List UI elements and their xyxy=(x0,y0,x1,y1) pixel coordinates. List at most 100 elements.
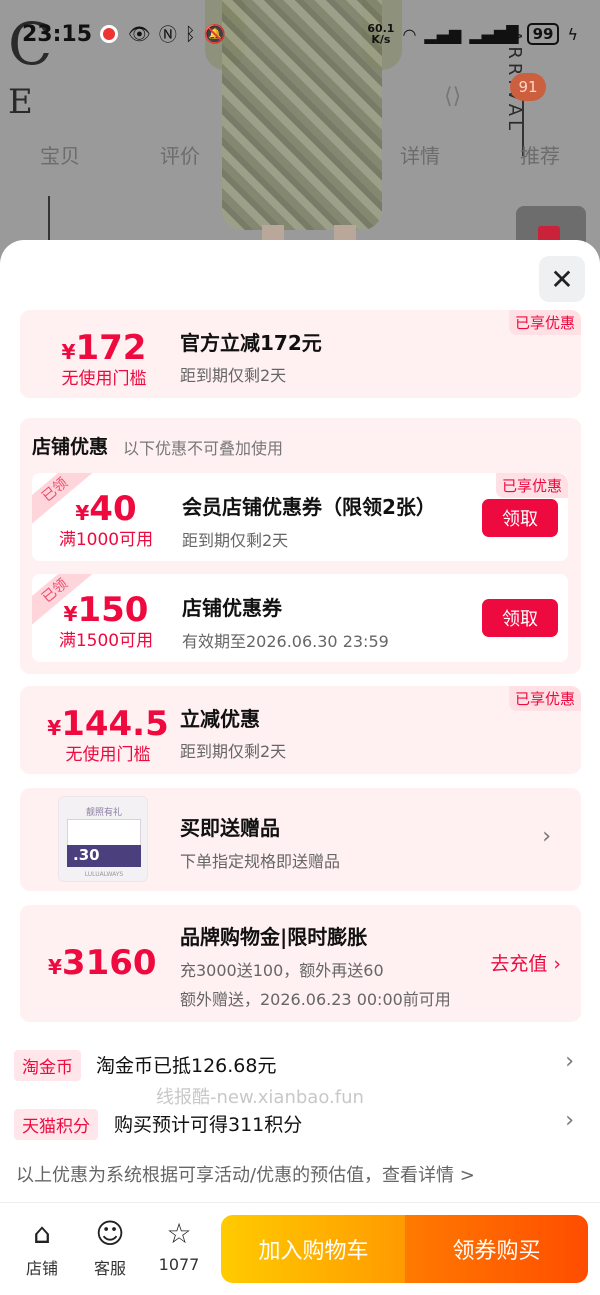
discount-title: 立减优惠 xyxy=(180,707,260,731)
coupon-title: 店铺优惠券 xyxy=(182,596,282,620)
gold-line2: 额外赠送，2026.06.23 00:00前可用 xyxy=(180,990,451,1009)
discount-condition: 无使用门槛 xyxy=(61,369,147,389)
enjoyed-tag: 已享优惠 xyxy=(508,686,581,711)
coupon-price: ¥40 满1000可用 xyxy=(42,489,170,551)
store-entry[interactable]: ⌂ 店铺 xyxy=(12,1217,72,1279)
discount-subtitle: 距到期仅剩2天 xyxy=(180,742,287,761)
gold-amount: 3160 xyxy=(61,943,157,983)
gift-thumb-title: 靓照有礼 xyxy=(85,808,122,818)
enjoyed-tag: 已享优惠 xyxy=(508,310,581,335)
tab-reviews[interactable]: 评价 xyxy=(160,140,200,169)
gift-thumbnail: 靓照有礼 .30 LULUALWAYS xyxy=(58,796,148,882)
coupon-subtitle: 距到期仅剩2天 xyxy=(182,531,289,550)
service-icon: ☺ xyxy=(95,1217,125,1250)
coupon-title: 会员店铺优惠券（限领2张） xyxy=(182,495,436,519)
speed-unit: K/s xyxy=(371,33,391,46)
store-label: 店铺 xyxy=(25,1259,58,1278)
store-coupon: 已领 已享优惠 ¥40 满1000可用 会员店铺优惠券（限领2张） 距到期仅剩2… xyxy=(32,473,568,561)
chevron-right-icon: › xyxy=(565,1108,574,1133)
favorite-entry[interactable]: ☆ 1077 xyxy=(149,1217,209,1274)
tmall-points-row[interactable]: 天猫积分 购买预计可得311积分 › xyxy=(14,1104,584,1144)
currency-symbol: ¥ xyxy=(48,955,62,979)
mute-icon: 🔕 xyxy=(203,23,227,45)
store-section-note: 以下优惠不可叠加使用 xyxy=(123,439,284,458)
gift-thumb-brand: LULUALWAYS xyxy=(84,871,124,878)
tab-details[interactable]: 详情 xyxy=(400,140,440,169)
recharge-label: 去充值 xyxy=(490,953,548,975)
brand-gold-card: ¥3160 品牌购物金|限时膨胀 充3000送100，额外再送60 额外赠送，2… xyxy=(20,905,581,1022)
app-notification-icon xyxy=(100,25,119,43)
footnote-link[interactable]: 以上优惠为系统根据可享活动/优惠的预估值，查看详情 > xyxy=(16,1161,475,1187)
taojinbi-text: 淘金币已抵126.68元 xyxy=(96,1055,277,1077)
taojinbi-row[interactable]: 淘金币 淘金币已抵126.68元 › xyxy=(14,1045,584,1085)
coupon-amount: 150 xyxy=(77,590,149,630)
store-section-title: 店铺优惠 xyxy=(32,436,109,458)
official-discount-card: 已享优惠 ¥172 无使用门槛 官方立减172元 距到期仅剩2天 xyxy=(20,310,581,398)
nfc-icon: Ⓝ xyxy=(158,25,177,46)
coupon-subtitle: 有效期至2026.06.30 23:59 xyxy=(182,632,389,651)
battery-icon: 99 xyxy=(526,23,560,45)
taojinbi-tag: 淘金币 xyxy=(14,1050,81,1081)
cart-badge[interactable]: 91 xyxy=(510,73,546,101)
signal-icon: ▂▄▆ xyxy=(424,24,462,44)
discount-amount: 144.5 xyxy=(61,704,169,744)
close-button[interactable]: ✕ xyxy=(539,256,585,302)
official-price: ¥172 无使用门槛 xyxy=(44,328,164,390)
enjoyed-tag: 已享优惠 xyxy=(495,473,568,498)
tmall-points-text: 购买预计可得311积分 xyxy=(114,1114,303,1136)
claim-and-buy-button[interactable]: 领券购买 xyxy=(405,1215,588,1283)
tmall-points-tag: 天猫积分 xyxy=(14,1109,98,1140)
discount-title: 官方立减172元 xyxy=(180,331,322,355)
star-icon: ☆ xyxy=(166,1217,192,1250)
currency-symbol: ¥ xyxy=(47,716,62,740)
chevron-right-icon: › xyxy=(565,1049,574,1074)
coupon-condition: 满1500可用 xyxy=(58,631,154,651)
signal-icon-2: ▂▄▆█ xyxy=(469,24,519,44)
currency-symbol: ¥ xyxy=(61,340,76,364)
chevron-right-icon: › xyxy=(542,824,551,849)
chevron-right-icon: › xyxy=(553,953,561,975)
discount-amount: 172 xyxy=(75,328,147,368)
gift-card[interactable]: 靓照有礼 .30 LULUALWAYS 买即送赠品 下单指定规格即送赠品 › xyxy=(20,788,581,891)
claim-coupon-button[interactable]: 领取 xyxy=(482,499,558,537)
close-icon: ✕ xyxy=(550,262,574,296)
gold-line1: 充3000送100，额外再送60 xyxy=(180,961,384,980)
add-to-cart-button[interactable]: 加入购物车 xyxy=(221,1215,406,1283)
instant-discount-card: 已享优惠 ¥144.5 无使用门槛 立减优惠 距到期仅剩2天 xyxy=(20,686,581,774)
store-icon: ⌂ xyxy=(33,1217,51,1250)
service-entry[interactable]: ☺ 客服 xyxy=(80,1217,140,1279)
gift-subtitle: 下单指定规格即送赠品 xyxy=(180,852,341,871)
coupon-amount: 40 xyxy=(89,489,137,529)
favorite-count: 1077 xyxy=(158,1255,200,1274)
service-label: 客服 xyxy=(93,1259,126,1278)
gift-title: 买即送赠品 xyxy=(180,816,280,840)
store-discount-section: 店铺优惠 以下优惠不可叠加使用 已领 已享优惠 ¥40 满1000可用 会员店铺… xyxy=(20,418,581,674)
currency-symbol: ¥ xyxy=(75,501,90,525)
tab-recommend[interactable]: 推荐 xyxy=(520,140,560,169)
instant-price: ¥144.5 无使用门槛 xyxy=(38,704,178,766)
claim-coupon-button[interactable]: 领取 xyxy=(482,599,558,637)
status-bar: 23:15 👁 Ⓝ ᛒ 🔕 60.1 K/s ◠ ▂▄▆ ▂▄▆█ 99 ϟ xyxy=(0,14,600,54)
bluetooth-icon: ᛒ xyxy=(184,23,196,45)
charging-icon: ϟ xyxy=(567,24,578,44)
coupon-price: ¥150 满1500可用 xyxy=(42,590,170,652)
coupon-condition: 满1000可用 xyxy=(58,530,154,550)
bottom-action-bar: ⌂ 店铺 ☺ 客服 ☆ 1077 加入购物车 领券购买 xyxy=(0,1202,600,1295)
status-time: 23:15 xyxy=(22,21,93,47)
discount-condition: 无使用门槛 xyxy=(65,745,151,765)
brand-letter-e: E xyxy=(8,82,33,122)
gold-title: 品牌购物金|限时膨胀 xyxy=(180,925,368,949)
recharge-link[interactable]: 去充值 › xyxy=(490,949,561,976)
network-speed: 60.1 K/s xyxy=(367,23,394,45)
discount-subtitle: 距到期仅剩2天 xyxy=(180,366,287,385)
tab-item[interactable]: 宝贝 xyxy=(40,140,80,169)
wifi-icon: ◠ xyxy=(402,24,417,44)
store-coupon: 已领 ¥150 满1500可用 店铺优惠券 有效期至2026.06.30 23:… xyxy=(32,574,568,662)
status-right: 60.1 K/s ◠ ▂▄▆ ▂▄▆█ 99 ϟ xyxy=(367,23,578,45)
currency-symbol: ¥ xyxy=(63,602,78,626)
gold-price: ¥3160 xyxy=(48,943,157,983)
share-icon[interactable]: ⟨⟩ xyxy=(444,84,461,109)
eye-icon: 👁 xyxy=(128,23,151,45)
product-page-backdrop: C E ARRIVAL 23:15 👁 Ⓝ ᛒ 🔕 60.1 K/s ◠ ▂▄▆… xyxy=(0,0,600,270)
gift-thumb-number: .30 xyxy=(73,846,100,864)
